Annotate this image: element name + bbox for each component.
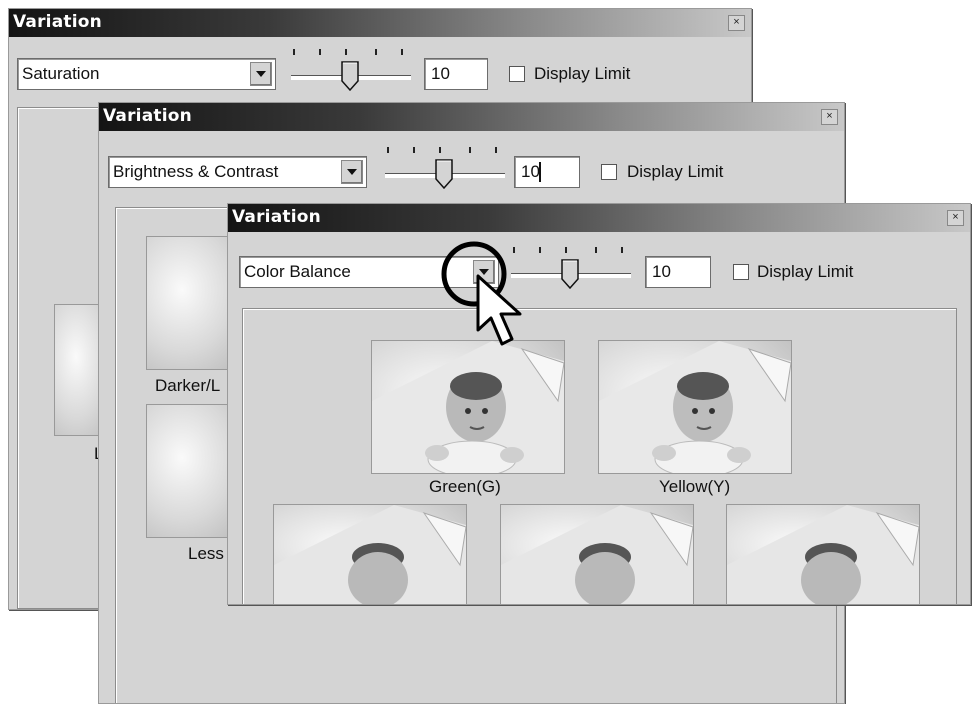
- mode-select-value: Saturation: [22, 64, 100, 83]
- baby-photo: [274, 505, 466, 604]
- slider-ticks: [291, 49, 411, 57]
- checkbox-icon[interactable]: [601, 164, 617, 180]
- variation-image[interactable]: [726, 504, 920, 604]
- text-caret: [539, 162, 541, 182]
- amount-value-field[interactable]: 10: [645, 256, 711, 288]
- amount-value: 10: [431, 64, 450, 83]
- variation-caption: Darker/L: [155, 376, 221, 395]
- variation-image[interactable]: [273, 504, 467, 604]
- amount-value-field[interactable]: 10: [514, 156, 580, 188]
- baby-photo: [727, 505, 919, 604]
- mode-select-value: Brightness & Contrast: [113, 162, 279, 181]
- baby-photo: [599, 341, 791, 473]
- slider-thumb-icon[interactable]: [561, 259, 579, 289]
- variation-image-yellow[interactable]: [598, 340, 792, 474]
- amount-slider[interactable]: [385, 147, 505, 197]
- checkbox-icon[interactable]: [733, 264, 749, 280]
- variation-window-color-balance: Variation × Color Balance 10 Display Lim…: [227, 203, 971, 605]
- display-limit-label[interactable]: Display Limit: [534, 64, 630, 84]
- checkbox-icon[interactable]: [509, 66, 525, 82]
- window-title: Variation: [232, 207, 321, 227]
- slider-thumb-icon[interactable]: [341, 61, 359, 91]
- variation-image-green[interactable]: [371, 340, 565, 474]
- slider-thumb-icon[interactable]: [435, 159, 453, 189]
- mode-select[interactable]: Saturation: [17, 58, 276, 90]
- close-icon[interactable]: ×: [821, 109, 838, 125]
- close-icon[interactable]: ×: [947, 210, 964, 226]
- amount-slider[interactable]: [511, 247, 631, 297]
- close-icon[interactable]: ×: [728, 15, 745, 31]
- dropdown-arrow-icon[interactable]: [473, 260, 495, 284]
- mode-select-value: Color Balance: [244, 262, 351, 281]
- amount-value: 10: [652, 262, 671, 281]
- variation-image[interactable]: [500, 504, 694, 604]
- mode-select[interactable]: Color Balance: [239, 256, 499, 288]
- variations-panel: Green(G) Yellow(Y): [242, 308, 957, 604]
- amount-slider[interactable]: [291, 49, 411, 99]
- amount-value: 10: [521, 162, 540, 181]
- slider-ticks: [511, 247, 631, 255]
- amount-value-field[interactable]: 10: [424, 58, 488, 90]
- titlebar[interactable]: Variation ×: [9, 9, 751, 37]
- window-title: Variation: [13, 12, 102, 32]
- baby-photo: [501, 505, 693, 604]
- window-title: Variation: [103, 106, 192, 126]
- titlebar[interactable]: Variation ×: [228, 204, 970, 232]
- variation-caption-green: Green(G): [429, 477, 501, 496]
- titlebar[interactable]: Variation ×: [99, 103, 844, 131]
- display-limit-label[interactable]: Display Limit: [627, 162, 723, 182]
- display-limit-label[interactable]: Display Limit: [757, 262, 853, 282]
- dropdown-arrow-icon[interactable]: [341, 160, 363, 184]
- dropdown-arrow-icon[interactable]: [250, 62, 272, 86]
- slider-ticks: [385, 147, 505, 155]
- mode-select[interactable]: Brightness & Contrast: [108, 156, 367, 188]
- baby-photo: [372, 341, 564, 473]
- variation-caption-yellow: Yellow(Y): [659, 477, 731, 496]
- variation-caption: Less: [188, 544, 224, 563]
